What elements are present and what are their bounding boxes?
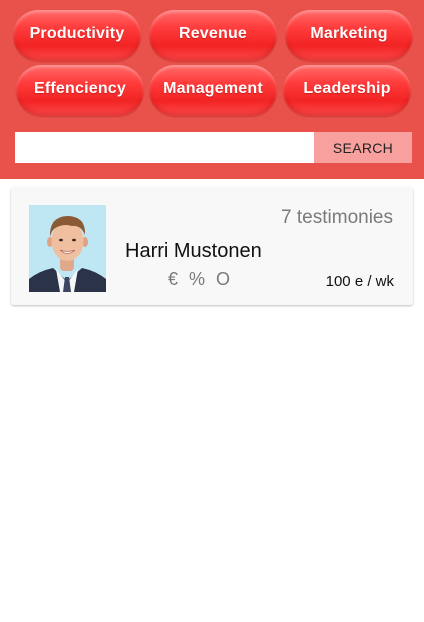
category-grid: Productivity Revenue Marketing Effencien… bbox=[12, 9, 413, 121]
category-leadership-button[interactable]: Leadership bbox=[283, 65, 411, 116]
stats-icons: € % O bbox=[168, 269, 232, 289]
person-name: Harri Mustonen bbox=[125, 240, 262, 262]
category-efficiency-button[interactable]: Effenciency bbox=[16, 65, 144, 116]
testimonies-count: 7 testimonies bbox=[281, 207, 393, 228]
search-button[interactable]: SEARCH bbox=[314, 132, 412, 163]
weekly-rate: 100 e / wk bbox=[325, 273, 394, 290]
result-card[interactable]: 7 testimonies Harri Mustonen € % O 100 e… bbox=[11, 187, 413, 305]
category-productivity-button[interactable]: Productivity bbox=[13, 10, 141, 61]
category-marketing-button[interactable]: Marketing bbox=[285, 10, 413, 61]
category-management-button[interactable]: Management bbox=[149, 65, 277, 116]
header-bar: Productivity Revenue Marketing Effencien… bbox=[0, 0, 424, 179]
category-revenue-button[interactable]: Revenue bbox=[149, 10, 277, 61]
avatar bbox=[29, 205, 106, 292]
search-input[interactable] bbox=[15, 132, 314, 163]
